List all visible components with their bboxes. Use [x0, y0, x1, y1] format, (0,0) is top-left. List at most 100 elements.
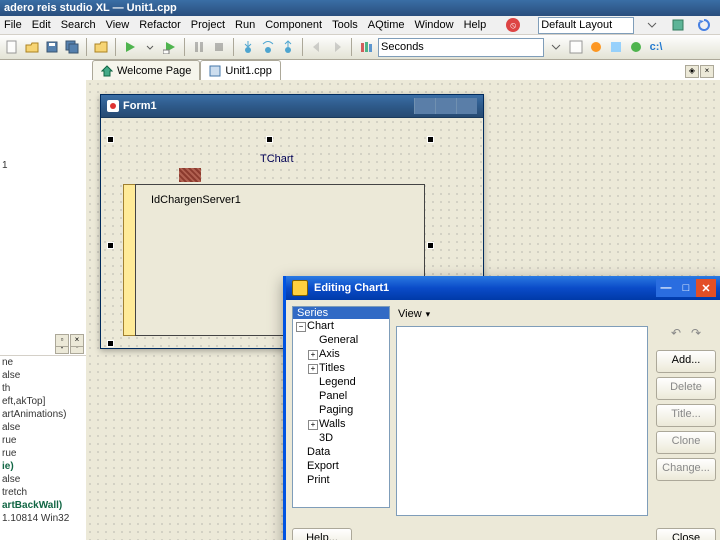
tabs-close-icon[interactable]: × — [700, 65, 714, 78]
change-button[interactable]: Change... — [656, 458, 716, 481]
stop-run-icon[interactable] — [211, 39, 227, 55]
dialog-close-icon[interactable]: ✕ — [696, 279, 716, 297]
tree-titles[interactable]: +Titles — [293, 361, 389, 375]
tree-general[interactable]: General — [293, 333, 389, 347]
prop-row[interactable]: alse — [0, 369, 86, 382]
expand-icon[interactable]: + — [308, 350, 318, 360]
layout-save-icon[interactable] — [670, 17, 686, 33]
tree-axis[interactable]: +Axis — [293, 347, 389, 361]
collapse-icon[interactable]: − — [296, 322, 306, 332]
handle-icon[interactable] — [266, 136, 273, 143]
menu-run[interactable]: Run — [235, 19, 255, 31]
menu-project[interactable]: Project — [191, 19, 225, 31]
form1-titlebar[interactable]: Form1 — [101, 95, 483, 118]
help-button[interactable]: Help... — [292, 528, 352, 540]
pause-icon[interactable] — [191, 39, 207, 55]
prop-row[interactable]: rue — [0, 447, 86, 460]
series-list[interactable] — [396, 326, 648, 516]
tree-panel[interactable]: Panel — [293, 389, 389, 403]
dialog-minimize-icon[interactable]: — — [656, 279, 676, 297]
component-glyph[interactable] — [179, 168, 201, 182]
menu-file[interactable]: File — [4, 19, 22, 31]
minimize-icon[interactable] — [414, 98, 435, 114]
prop-row[interactable]: artAnimations) — [0, 408, 86, 421]
step-over-icon[interactable] — [260, 39, 276, 55]
refresh-icon[interactable] — [696, 17, 712, 33]
menu-edit[interactable]: Edit — [32, 19, 51, 31]
menu-tools[interactable]: Tools — [332, 19, 358, 31]
menu-help[interactable]: Help — [464, 19, 487, 31]
prop-row[interactable]: th — [0, 382, 86, 395]
save-icon[interactable] — [44, 39, 60, 55]
step-out-icon[interactable] — [280, 39, 296, 55]
tree-chart[interactable]: −Chart — [293, 319, 389, 333]
tree-print[interactable]: Print — [293, 473, 389, 487]
handle-icon[interactable] — [427, 136, 434, 143]
aqtime-d-icon[interactable] — [628, 39, 644, 55]
tree-series[interactable]: Series — [293, 307, 389, 319]
view-label[interactable]: View — [398, 308, 422, 320]
view-dropdown-icon[interactable]: ▾ — [426, 309, 431, 320]
menu-component[interactable]: Component — [265, 19, 322, 31]
run-icon[interactable] — [122, 39, 138, 55]
move-up-icon[interactable]: ↶ — [671, 326, 681, 340]
close-icon[interactable] — [456, 98, 477, 114]
handle-icon[interactable] — [107, 242, 114, 249]
handle-icon[interactable] — [427, 242, 434, 249]
struct-item[interactable]: 1 — [2, 160, 8, 171]
aqtime-dropdown-icon[interactable] — [548, 39, 564, 55]
tree-legend[interactable]: Legend — [293, 375, 389, 389]
layout-combo[interactable] — [538, 17, 634, 34]
tabs-restore-icon[interactable]: ◈ — [685, 65, 699, 78]
tab-unit1[interactable]: Unit1.cpp — [200, 60, 280, 80]
tchart-label[interactable]: TChart — [257, 152, 297, 166]
aqtime-e-icon[interactable]: c:\ — [648, 39, 664, 55]
delete-button[interactable]: Delete — [656, 377, 716, 400]
aqtime-c-icon[interactable] — [608, 39, 624, 55]
saveall-icon[interactable] — [64, 39, 80, 55]
expand-icon[interactable]: + — [308, 364, 318, 374]
prop-row[interactable]: 1.10814 Win32 — [0, 512, 86, 525]
forward-icon[interactable] — [329, 39, 345, 55]
tree-export[interactable]: Export — [293, 459, 389, 473]
idchargen-label[interactable]: IdChargenServer1 — [148, 193, 244, 207]
prop-row[interactable]: eft,akTop] — [0, 395, 86, 408]
prop-row[interactable]: alse — [0, 473, 86, 486]
dialog-titlebar[interactable]: Editing Chart1 — □ ✕ — [286, 276, 720, 300]
books-icon[interactable] — [358, 39, 374, 55]
aqtime-a-icon[interactable] — [568, 39, 584, 55]
menu-aqtime[interactable]: AQtime — [368, 19, 405, 31]
form-designer[interactable]: Form1 TChart — [86, 80, 720, 540]
maximize-icon[interactable] — [435, 98, 456, 114]
expand-icon[interactable]: + — [308, 420, 318, 430]
aqtime-b-icon[interactable] — [588, 39, 604, 55]
title-button[interactable]: Title... — [656, 404, 716, 427]
folder-icon[interactable] — [93, 39, 109, 55]
close-button[interactable]: Close — [656, 528, 716, 540]
back-icon[interactable] — [309, 39, 325, 55]
menu-refactor[interactable]: Refactor — [139, 19, 181, 31]
prop-row[interactable]: alse — [0, 421, 86, 434]
run-dropdown-icon[interactable] — [142, 39, 158, 55]
panel-close-icon[interactable]: × — [70, 334, 84, 347]
handle-icon[interactable] — [107, 340, 114, 347]
layout-dropdown-icon[interactable] — [644, 17, 660, 33]
run-noDebug-icon[interactable] — [162, 39, 178, 55]
tree-walls[interactable]: +Walls — [293, 417, 389, 431]
open-icon[interactable] — [24, 39, 40, 55]
add-button[interactable]: Add... — [656, 350, 716, 373]
prop-row[interactable]: ie) — [0, 460, 86, 473]
tree-3d[interactable]: 3D — [293, 431, 389, 445]
tab-welcome[interactable]: Welcome Page — [92, 60, 200, 80]
dialog-maximize-icon[interactable]: □ — [676, 279, 696, 297]
menu-window[interactable]: Window — [414, 19, 453, 31]
handle-icon[interactable] — [107, 136, 114, 143]
chart-tree[interactable]: Series −Chart General +Axis +Titles Lege… — [292, 306, 390, 508]
aqtime-combo[interactable] — [378, 38, 544, 57]
stop-icon[interactable]: ⦸ — [506, 18, 520, 32]
prop-row[interactable]: artBackWall) — [0, 499, 86, 512]
new-icon[interactable] — [4, 39, 20, 55]
tree-data[interactable]: Data — [293, 445, 389, 459]
prop-row[interactable]: rue — [0, 434, 86, 447]
clone-button[interactable]: Clone — [656, 431, 716, 454]
